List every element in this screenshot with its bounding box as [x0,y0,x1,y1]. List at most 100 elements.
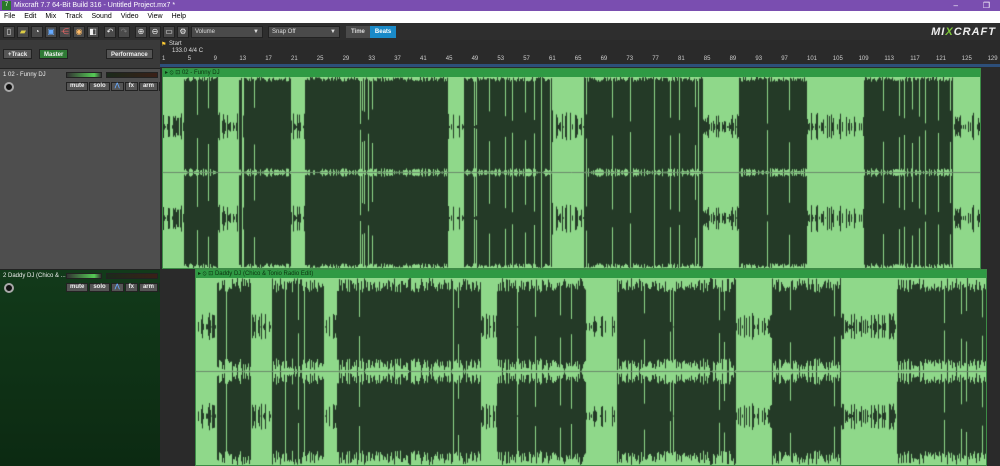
zoom-in-icon[interactable]: ⊕ [135,25,147,38]
bar-number: 93 [755,56,763,62]
new-icon[interactable]: ▯ [3,25,15,38]
bar-number: 105 [832,56,843,62]
burn-cd-icon[interactable]: ◉ [73,25,85,38]
bar-number: 69 [600,56,608,62]
audio-clip[interactable]: ▸ ⦸ ⊡ 02 - Funny DJ [162,68,981,269]
bar-number: 117 [910,56,920,62]
start-marker[interactable]: Start [169,41,182,47]
mixdown-icon[interactable]: ◧ [87,25,99,38]
menu-edit[interactable]: Edit [24,11,36,23]
solo-button[interactable]: solo [89,283,110,292]
bar-number: 25 [316,56,324,62]
menu-video[interactable]: Video [121,11,139,23]
automation-value: Volume [195,28,216,35]
bar-number: 109 [858,56,869,62]
time-toggle[interactable]: Time [346,25,370,38]
save-icon[interactable]: ▣ [45,25,57,38]
bar-number: 73 [626,56,634,62]
bar-number: 81 [678,56,685,62]
menu-help[interactable]: Help [172,11,186,23]
tempo-label[interactable]: 133.0 4/4 C [172,48,203,54]
fx-button[interactable]: fx [124,283,138,292]
menu-sound[interactable]: Sound [91,11,111,23]
mute-button[interactable]: mute [66,82,89,91]
arm-button[interactable]: arm [138,283,158,292]
add-track-button[interactable]: +Track [3,49,33,59]
clip-name: Daddy DJ (Chico & Tonio Radio Edit) [214,271,314,277]
open-recent-icon[interactable]: ◔ [31,25,43,38]
automation-icon[interactable]: ⋀ [110,283,124,292]
performance-button[interactable]: Performance [106,49,153,59]
bar-number: 21 [291,56,298,62]
bar-number: 53 [497,56,505,62]
bar-number: 37 [394,56,401,62]
track-icon[interactable] [4,283,14,293]
mute-button[interactable]: mute [66,283,89,292]
waveform [196,278,986,465]
snap-dropdown[interactable]: Snap Off ▼ [268,25,340,38]
metronome-icon[interactable]: ▭ [163,25,175,38]
bar-number: 17 [265,56,272,62]
arm-button[interactable]: arm [138,82,158,91]
bar-number: 29 [342,56,350,62]
pan-slider[interactable] [106,273,158,279]
track-name[interactable]: 2 Daddy DJ (Chico & ... [3,273,66,279]
automation-dropdown[interactable]: Volume ▼ [191,25,263,38]
gear-icon[interactable]: ⚙ [177,25,189,38]
mixcraft-logo: MIXCRAFT [931,26,996,38]
track-header-1[interactable]: 1 02 - Funny DJ mute solo ⋀ fx arm - [0,68,169,269]
track-name[interactable]: 1 02 - Funny DJ [3,72,46,78]
clip-header: ▸ ⦸ ⊡ Daddy DJ (Chico & Tonio Radio Edit… [196,270,986,278]
redo-icon[interactable]: ↷ [118,25,130,38]
bar-number: 77 [652,56,659,62]
menu-track[interactable]: Track [65,11,82,23]
open-icon[interactable]: ▰ [17,25,29,38]
app-icon: 7 [2,1,11,10]
bar-number: 85 [703,56,711,62]
toolbar: ▯ ▰ ◔ ▣ ⋲ ◉ ◧ ↶ ↷ ⊕ ⊖ ▭ ⚙ Volume ▼ Snap O… [0,23,1000,40]
bar-number: 45 [445,56,453,62]
bar-number: 113 [884,56,894,62]
maximize-button[interactable]: ❐ [983,0,990,11]
menu-mix[interactable]: Mix [45,11,56,23]
track-icon[interactable] [4,82,14,92]
bar-number: 33 [368,56,376,62]
track-lane-2: ▸ ⦸ ⊡ Daddy DJ (Chico & Tonio Radio Edit… [160,269,1000,466]
track-header-2[interactable]: 2 Daddy DJ (Chico & ... mute solo ⋀ fx a… [0,269,169,466]
bar-number: 129 [987,56,998,62]
share-icon[interactable]: ⋲ [59,25,71,38]
automation-icon[interactable]: ⋀ [110,82,124,91]
audio-clip[interactable]: ▸ ⦸ ⊡ Daddy DJ (Chico & Tonio Radio Edit… [195,269,987,466]
bar-number: 89 [729,56,737,62]
title-bar: 7 Mixcraft 7.7 64-Bit Build 316 - Untitl… [0,0,1000,11]
track-panel: +Track Master Performance 1 02 - Funny D… [0,40,169,466]
chevron-down-icon: ▼ [330,28,336,35]
undo-icon[interactable]: ↶ [104,25,116,38]
loop-bar[interactable] [160,64,1000,67]
bar-number: 61 [549,56,556,62]
bar-number: 121 [936,56,947,62]
volume-slider[interactable] [66,72,102,78]
clip-name: 02 - Funny DJ [181,70,220,76]
minimize-button[interactable]: – [954,0,958,11]
master-button[interactable]: Master [39,49,69,59]
bar-number: 41 [420,56,427,62]
volume-slider[interactable] [66,273,102,279]
pan-slider[interactable] [106,72,158,78]
bar-number: 13 [239,56,247,62]
menu-bar: File Edit Mix Track Sound Video View Hel… [0,11,1000,23]
zoom-out-icon[interactable]: ⊖ [149,25,161,38]
bar-number: 49 [471,56,479,62]
snap-value: Snap Off [272,28,296,35]
bar-number: 5 [187,56,192,62]
bar-number: 65 [574,56,582,62]
timeline-ruler[interactable]: ⚑ Start 133.0 4/4 C 1 5 9 13 17 21 25 29 33 37 41 4… [160,40,1000,68]
window-title: Mixcraft 7.7 64-Bit Build 316 - Untitled… [14,2,176,9]
fx-button[interactable]: fx [124,82,138,91]
menu-file[interactable]: File [4,11,15,23]
beats-toggle[interactable]: Beats [369,25,397,38]
track-lane-1: ▸ ⦸ ⊡ 02 - Funny DJ [160,68,1000,269]
menu-view[interactable]: View [148,11,163,23]
bar-number: 101 [807,56,818,62]
solo-button[interactable]: solo [89,82,110,91]
